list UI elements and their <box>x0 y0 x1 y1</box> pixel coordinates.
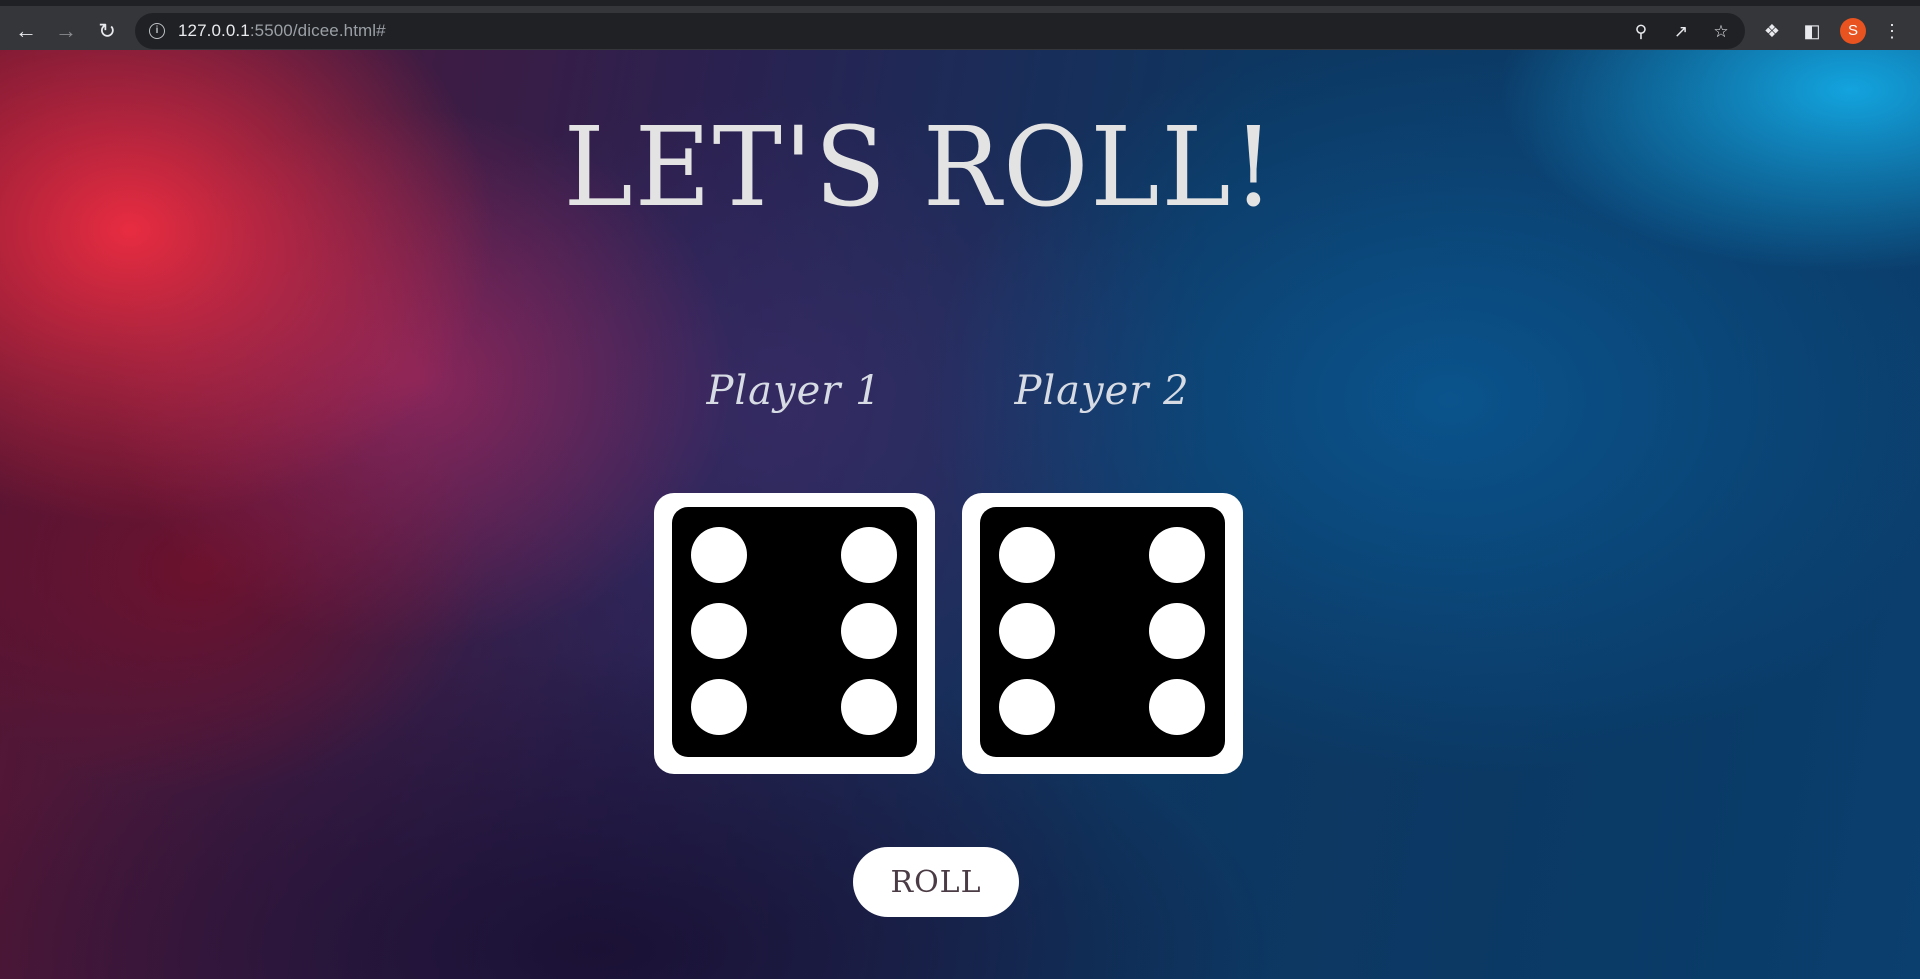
address-bar[interactable]: i 127.0.0.1:5500/dicee.html# ⚲ ↗ ☆ <box>135 13 1745 49</box>
back-arrow-icon[interactable]: ← <box>10 15 42 47</box>
puzzle-icon[interactable]: ❖ <box>1760 19 1784 43</box>
die-pip <box>691 527 747 583</box>
die-pip <box>691 679 747 735</box>
player-2-die <box>962 493 1243 774</box>
die-pip <box>841 679 897 735</box>
player-1-die <box>654 493 935 774</box>
reload-icon[interactable]: ↻ <box>91 15 123 47</box>
die-pip <box>1149 527 1205 583</box>
player-1-label: Player 1 <box>706 368 882 414</box>
die-pip <box>999 527 1055 583</box>
url-text[interactable]: 127.0.0.1:5500/dicee.html# <box>178 21 386 41</box>
share-icon[interactable]: ↗ <box>1671 22 1691 42</box>
info-icon[interactable]: i <box>149 23 165 39</box>
forward-arrow-icon[interactable]: → <box>50 15 82 47</box>
die-pip <box>691 603 747 659</box>
browser-toolbar: ← → ↻ i 127.0.0.1:5500/dicee.html# ⚲ ↗ ☆… <box>0 0 1920 50</box>
kebab-menu-icon[interactable]: ⋮ <box>1880 19 1904 43</box>
profile-avatar[interactable]: S <box>1840 18 1866 44</box>
die-pip <box>1149 603 1205 659</box>
die-pip <box>841 527 897 583</box>
die-pip <box>999 603 1055 659</box>
page-background: LET'S ROLL! Player 1 Player 2 ROLL <box>0 50 1920 979</box>
page-title: LET'S ROLL! <box>563 102 1277 232</box>
die-pip <box>1149 679 1205 735</box>
zoom-out-icon[interactable]: ⚲ <box>1631 22 1651 42</box>
die-face <box>980 507 1225 757</box>
roll-button[interactable]: ROLL <box>853 847 1019 917</box>
star-icon[interactable]: ☆ <box>1711 22 1731 42</box>
die-pip <box>841 603 897 659</box>
die-face <box>672 507 917 757</box>
player-2-label: Player 2 <box>1014 368 1190 414</box>
die-pip <box>999 679 1055 735</box>
side-panel-icon[interactable]: ◧ <box>1800 19 1824 43</box>
